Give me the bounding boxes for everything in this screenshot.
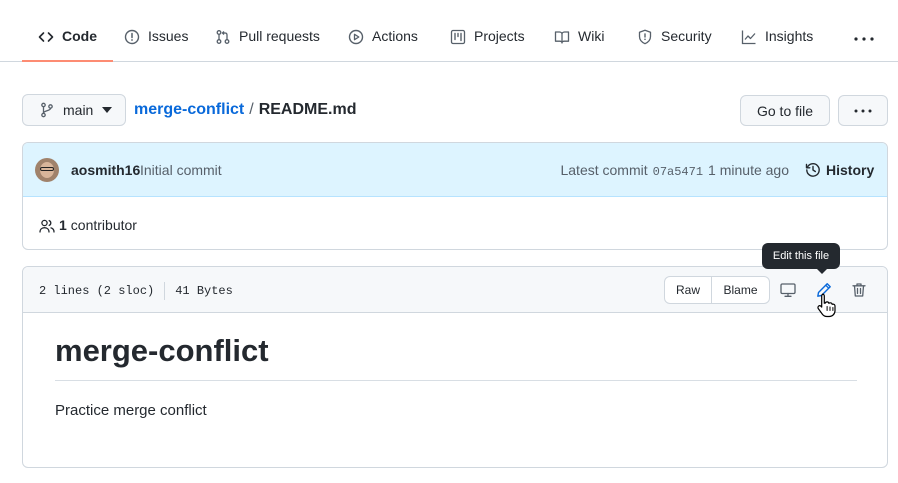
avatar[interactable]: [35, 158, 59, 182]
raw-button[interactable]: Raw: [665, 277, 712, 303]
file-info: 2 lines (2 sloc) 41 Bytes: [39, 282, 233, 300]
tab-actions[interactable]: Actions: [348, 14, 418, 62]
tab-label: Pull requests: [239, 28, 320, 44]
edit-file-tooltip: Edit this file: [762, 243, 840, 274]
history-link[interactable]: History: [805, 162, 874, 178]
commit-time: 1 minute ago: [708, 162, 789, 178]
contributor-label: contributor: [70, 217, 137, 233]
tab-projects[interactable]: Projects: [450, 14, 525, 62]
contributor-count: 1: [59, 217, 67, 233]
tab-label: Insights: [765, 28, 814, 44]
branch-select-button[interactable]: main: [22, 94, 126, 126]
code-icon: [38, 32, 54, 42]
book-icon: [554, 31, 570, 44]
branch-name: main: [63, 102, 94, 118]
repo-nav: Code Issues Pull requests Actions Projec…: [0, 0, 898, 62]
file-name: README.md: [258, 101, 357, 118]
play-icon: [348, 29, 364, 45]
history-label: History: [826, 162, 875, 178]
tab-security[interactable]: Security: [637, 14, 712, 62]
tab-issues[interactable]: Issues: [124, 14, 188, 62]
project-icon: [450, 29, 466, 45]
tab-code[interactable]: Code: [22, 14, 113, 62]
pull-request-icon: [216, 30, 230, 44]
kebab-horizontal-icon[interactable]: [853, 30, 875, 46]
commit-bar: aosmith16 Initial commit Latest commit 0…: [23, 143, 887, 197]
desktop-icon[interactable]: [780, 282, 796, 298]
trash-icon[interactable]: [851, 282, 867, 298]
go-to-file-button[interactable]: Go to file: [740, 95, 830, 126]
commit-message[interactable]: Initial commit: [140, 162, 222, 178]
tab-label: Actions: [372, 28, 418, 44]
readme-content: merge-conflict Practice merge conflict: [55, 335, 857, 419]
tab-pull-requests[interactable]: Pull requests: [215, 14, 320, 62]
file-viewer: 2 lines (2 sloc) 41 Bytes Raw Blame merg…: [22, 266, 888, 468]
file-lines: 2 lines (2 sloc): [39, 284, 155, 298]
more-options-button[interactable]: [838, 95, 888, 126]
latest-commit-box: aosmith16 Initial commit Latest commit 0…: [22, 142, 888, 250]
hand-cursor-icon: [817, 293, 836, 318]
commit-author[interactable]: aosmith16: [71, 162, 140, 178]
tab-label: Code: [62, 28, 97, 44]
commit-meta: Latest commit 07a5471 1 minute ago: [560, 162, 789, 179]
shield-icon: [638, 29, 652, 45]
tab-label: Security: [661, 28, 712, 44]
contributors-link[interactable]: 1 contributor: [59, 217, 137, 233]
latest-commit-label: Latest commit: [560, 162, 648, 178]
commit-sha[interactable]: 07a5471: [653, 165, 703, 179]
readme-body: Practice merge conflict: [55, 402, 207, 419]
history-icon: [805, 163, 820, 177]
contributors-row: 1 contributor: [23, 197, 887, 249]
blame-button[interactable]: Blame: [712, 277, 769, 303]
triangle-down-icon: [102, 107, 113, 113]
file-header: 2 lines (2 sloc) 41 Bytes Raw Blame: [23, 267, 887, 313]
breadcrumb: merge-conflict / README.md: [134, 101, 356, 119]
graph-icon: [741, 30, 756, 45]
git-branch-icon: [41, 102, 53, 118]
kebab-horizontal-icon: [854, 109, 872, 112]
issue-icon: [124, 29, 140, 45]
raw-blame-group: Raw Blame: [664, 276, 770, 304]
file-size: 41 Bytes: [175, 284, 233, 298]
people-icon: [39, 219, 55, 233]
tab-insights[interactable]: Insights: [741, 14, 813, 62]
breadcrumb-separator: /: [249, 101, 254, 118]
tab-label: Projects: [474, 28, 525, 44]
tab-wiki[interactable]: Wiki: [554, 14, 604, 62]
readme-heading: merge-conflict: [55, 321, 857, 381]
tab-label: Issues: [148, 28, 189, 44]
tab-label: Wiki: [578, 28, 605, 44]
repo-link[interactable]: merge-conflict: [134, 101, 244, 119]
